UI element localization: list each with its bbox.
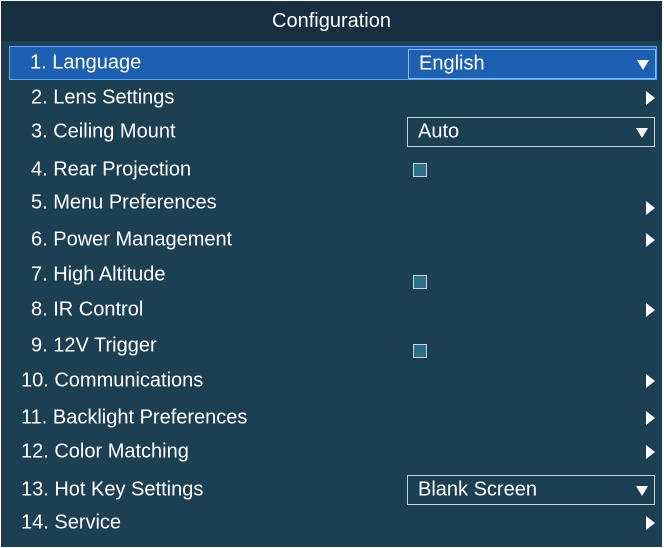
menu-item-high-altitude[interactable]: 7. High Altitude <box>9 258 657 292</box>
menu-item-label: 8. IR Control <box>31 298 144 321</box>
menu-item-label: 5. Menu Preferences <box>31 191 217 214</box>
caret-down-icon <box>636 486 648 496</box>
menu-item-lens-settings[interactable]: 2. Lens Settings <box>9 81 657 115</box>
menu-item-label: 10. Communications <box>21 369 204 392</box>
menu-item-label: 6. Power Management <box>31 228 233 251</box>
hot-key-dropdown[interactable]: Blank Screen <box>407 475 655 505</box>
ceiling-mount-dropdown[interactable]: Auto <box>407 117 655 147</box>
menu-item-menu-preferences[interactable]: 5. Menu Preferences <box>9 186 657 220</box>
configuration-window: Configuration 1. Language English 2. Len… <box>1 1 662 547</box>
menu-item-language[interactable]: 1. Language English <box>9 46 657 80</box>
menu-item-label: 12. Color Matching <box>21 440 189 463</box>
chevron-right-icon <box>646 91 655 105</box>
menu-item-label: 1. Language <box>30 51 142 74</box>
caret-down-icon <box>636 128 648 138</box>
menu-item-rear-projection[interactable]: 4. Rear Projection <box>9 153 657 187</box>
menu-item-hot-key-settings[interactable]: 13. Hot Key Settings Blank Screen <box>9 473 657 507</box>
menu-item-label: 9. 12V Trigger <box>31 334 157 357</box>
dropdown-value: English <box>419 52 485 75</box>
window-title: Configuration <box>1 1 662 41</box>
menu-item-label: 14. Service <box>21 511 122 534</box>
menu-item-12v-trigger[interactable]: 9. 12V Trigger <box>9 329 657 363</box>
12v-trigger-checkbox[interactable] <box>413 344 427 359</box>
menu-item-label: 7. High Altitude <box>31 263 166 286</box>
menu-item-communications[interactable]: 10. Communications <box>9 364 657 398</box>
chevron-right-icon <box>646 303 655 317</box>
high-altitude-checkbox[interactable] <box>413 274 427 289</box>
chevron-right-icon <box>646 233 655 247</box>
rear-projection-checkbox[interactable] <box>413 163 427 177</box>
menu-item-ir-control[interactable]: 8. IR Control <box>9 293 657 327</box>
menu-item-label: 11. Backlight Preferences <box>21 406 248 429</box>
menu-item-label: 2. Lens Settings <box>31 86 175 109</box>
caret-down-icon <box>637 60 649 70</box>
chevron-right-icon <box>646 374 655 388</box>
dropdown-value: Auto <box>418 120 460 143</box>
menu-item-ceiling-mount[interactable]: 3. Ceiling Mount Auto <box>9 115 657 149</box>
language-dropdown[interactable]: English <box>408 49 656 79</box>
menu-item-service[interactable]: 14. Service <box>9 506 657 540</box>
menu-item-label: 13. Hot Key Settings <box>21 478 204 501</box>
menu-item-power-management[interactable]: 6. Power Management <box>9 223 657 257</box>
menu-item-label: 3. Ceiling Mount <box>31 120 176 143</box>
chevron-right-icon <box>646 516 655 530</box>
chevron-right-icon <box>646 445 655 459</box>
menu-item-color-matching[interactable]: 12. Color Matching <box>9 435 657 469</box>
chevron-right-icon <box>646 411 655 425</box>
menu-item-backlight-preferences[interactable]: 11. Backlight Preferences <box>9 401 657 435</box>
dropdown-value: Blank Screen <box>418 478 537 501</box>
chevron-right-icon <box>646 201 655 216</box>
menu-item-label: 4. Rear Projection <box>31 158 192 181</box>
